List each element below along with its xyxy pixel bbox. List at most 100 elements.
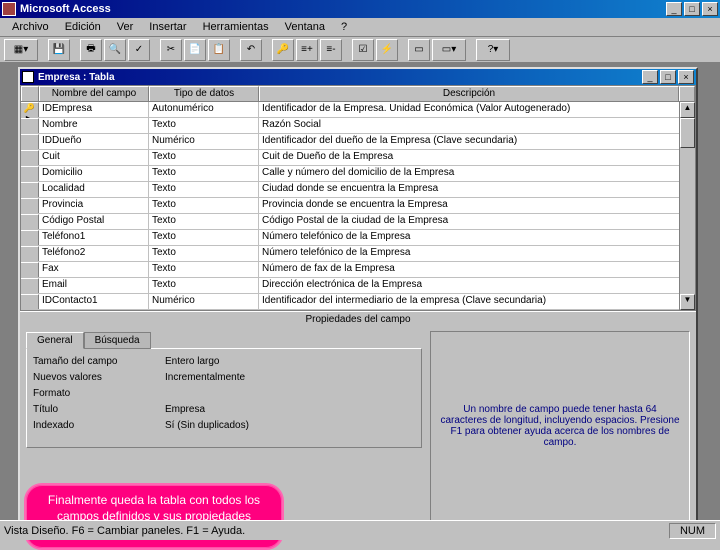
tab-lookup[interactable]: Búsqueda <box>84 332 151 349</box>
description-cell[interactable]: Ciudad donde se encuentra la Empresa <box>259 182 695 197</box>
child-maximize-button[interactable]: □ <box>660 70 676 84</box>
property-value[interactable]: Empresa <box>161 404 205 415</box>
row-selector[interactable] <box>21 182 39 197</box>
data-type-cell[interactable]: Texto <box>149 262 259 277</box>
row-selector[interactable] <box>21 198 39 213</box>
table-row[interactable]: FaxTextoNúmero de fax de la Empresa <box>21 262 695 278</box>
menu-edicion[interactable]: Edición <box>57 19 109 35</box>
field-name-cell[interactable]: IDEmpresa <box>39 102 149 117</box>
field-name-cell[interactable]: Código Postal <box>39 214 149 229</box>
db-window-button[interactable]: ▭ <box>408 39 430 61</box>
data-type-cell[interactable]: Numérico <box>149 134 259 149</box>
description-cell[interactable]: Número de fax de la Empresa <box>259 262 695 277</box>
table-row[interactable]: Teléfono1TextoNúmero telefónico de la Em… <box>21 230 695 246</box>
scroll-thumb[interactable] <box>680 118 695 148</box>
property-value[interactable]: Entero largo <box>161 356 219 367</box>
key-button[interactable]: 🔑 <box>272 39 294 61</box>
field-name-cell[interactable]: Email <box>39 278 149 293</box>
field-name-cell[interactable]: Domicilio <box>39 166 149 181</box>
description-cell[interactable]: Identificador del dueño de la Empresa (C… <box>259 134 695 149</box>
help-button[interactable]: ?▾ <box>476 39 510 61</box>
table-row[interactable]: EmailTextoDirección electrónica de la Em… <box>21 278 695 294</box>
property-row[interactable]: Formato <box>31 385 417 401</box>
field-name-cell[interactable]: Nombre <box>39 118 149 133</box>
preview-button[interactable]: 🔍 <box>104 39 126 61</box>
data-type-cell[interactable]: Texto <box>149 278 259 293</box>
property-row[interactable]: TítuloEmpresa <box>31 401 417 417</box>
field-name-cell[interactable]: Localidad <box>39 182 149 197</box>
data-type-cell[interactable]: Texto <box>149 214 259 229</box>
table-row[interactable]: ProvinciaTextoProvincia donde se encuent… <box>21 198 695 214</box>
description-cell[interactable]: Número telefónico de la Empresa <box>259 230 695 245</box>
menu-help[interactable]: ? <box>333 19 355 35</box>
view-button[interactable]: ▦▾ <box>4 39 38 61</box>
row-selector[interactable] <box>21 118 39 133</box>
row-selector[interactable] <box>21 262 39 277</box>
new-object-button[interactable]: ▭▾ <box>432 39 466 61</box>
print-button[interactable]: 🖶 <box>80 39 102 61</box>
property-row[interactable]: IndexadoSí (Sin duplicados) <box>31 417 417 433</box>
data-type-cell[interactable]: Texto <box>149 150 259 165</box>
description-cell[interactable]: Dirección electrónica de la Empresa <box>259 278 695 293</box>
description-cell[interactable]: Identificador de la Empresa. Unidad Econ… <box>259 102 695 117</box>
menu-ventana[interactable]: Ventana <box>277 19 333 35</box>
property-row[interactable]: Nuevos valoresIncrementalmente <box>31 369 417 385</box>
menu-herramientas[interactable]: Herramientas <box>195 19 277 35</box>
child-minimize-button[interactable]: _ <box>642 70 658 84</box>
grid-body[interactable]: 🔑▶IDEmpresaAutonuméricoIdentificador de … <box>21 102 695 310</box>
data-type-cell[interactable]: Texto <box>149 182 259 197</box>
scroll-down-button[interactable]: ▼ <box>680 294 695 310</box>
tab-general[interactable]: General <box>26 332 84 349</box>
row-selector[interactable] <box>21 246 39 261</box>
maximize-button[interactable]: □ <box>684 2 700 16</box>
table-row[interactable]: NombreTextoRazón Social <box>21 118 695 134</box>
data-type-cell[interactable]: Texto <box>149 198 259 213</box>
field-name-cell[interactable]: IDDueño <box>39 134 149 149</box>
vertical-scrollbar[interactable]: ▲ ▼ <box>679 102 695 310</box>
row-selector[interactable] <box>21 214 39 229</box>
minimize-button[interactable]: _ <box>666 2 682 16</box>
delete-row-button[interactable]: ≡- <box>320 39 342 61</box>
field-name-cell[interactable]: Cuit <box>39 150 149 165</box>
undo-button[interactable]: ↶ <box>240 39 262 61</box>
builder-button[interactable]: ⚡ <box>376 39 398 61</box>
field-name-cell[interactable]: Fax <box>39 262 149 277</box>
data-type-cell[interactable]: Texto <box>149 166 259 181</box>
row-selector[interactable] <box>21 166 39 181</box>
field-name-cell[interactable]: Teléfono1 <box>39 230 149 245</box>
menu-ver[interactable]: Ver <box>109 19 142 35</box>
description-cell[interactable]: Código Postal de la ciudad de la Empresa <box>259 214 695 229</box>
description-cell[interactable]: Número telefónico de la Empresa <box>259 246 695 261</box>
insert-row-button[interactable]: ≡+ <box>296 39 318 61</box>
description-cell[interactable]: Cuit de Dueño de la Empresa <box>259 150 695 165</box>
table-row[interactable]: 🔑▶IDEmpresaAutonuméricoIdentificador de … <box>21 102 695 118</box>
cut-button[interactable]: ✂ <box>160 39 182 61</box>
data-type-cell[interactable]: Texto <box>149 118 259 133</box>
property-row[interactable]: Tamaño del campoEntero largo <box>31 353 417 369</box>
property-value[interactable]: Sí (Sin duplicados) <box>161 420 249 431</box>
table-row[interactable]: IDContacto1NuméricoIdentificador del int… <box>21 294 695 310</box>
property-value[interactable]: Incrementalmente <box>161 372 245 383</box>
row-selector[interactable]: 🔑▶ <box>21 102 39 117</box>
row-selector[interactable] <box>21 294 39 309</box>
close-button[interactable]: × <box>702 2 718 16</box>
data-type-cell[interactable]: Autonumérico <box>149 102 259 117</box>
table-row[interactable]: CuitTextoCuit de Dueño de la Empresa <box>21 150 695 166</box>
row-selector[interactable] <box>21 150 39 165</box>
menu-insertar[interactable]: Insertar <box>141 19 194 35</box>
menu-archivo[interactable]: Archivo <box>4 19 57 35</box>
child-close-button[interactable]: × <box>678 70 694 84</box>
row-selector[interactable] <box>21 278 39 293</box>
paste-button[interactable]: 📋 <box>208 39 230 61</box>
field-name-cell[interactable]: Provincia <box>39 198 149 213</box>
table-row[interactable]: DomicilioTextoCalle y número del domicil… <box>21 166 695 182</box>
spell-button[interactable]: ✓ <box>128 39 150 61</box>
table-row[interactable]: LocalidadTextoCiudad donde se encuentra … <box>21 182 695 198</box>
data-type-cell[interactable]: Texto <box>149 246 259 261</box>
row-selector[interactable] <box>21 230 39 245</box>
field-name-cell[interactable]: IDContacto1 <box>39 294 149 309</box>
description-cell[interactable]: Razón Social <box>259 118 695 133</box>
description-cell[interactable]: Provincia donde se encuentra la Empresa <box>259 198 695 213</box>
description-cell[interactable]: Calle y número del domicilio de la Empre… <box>259 166 695 181</box>
description-cell[interactable]: Identificador del intermediario de la em… <box>259 294 695 309</box>
